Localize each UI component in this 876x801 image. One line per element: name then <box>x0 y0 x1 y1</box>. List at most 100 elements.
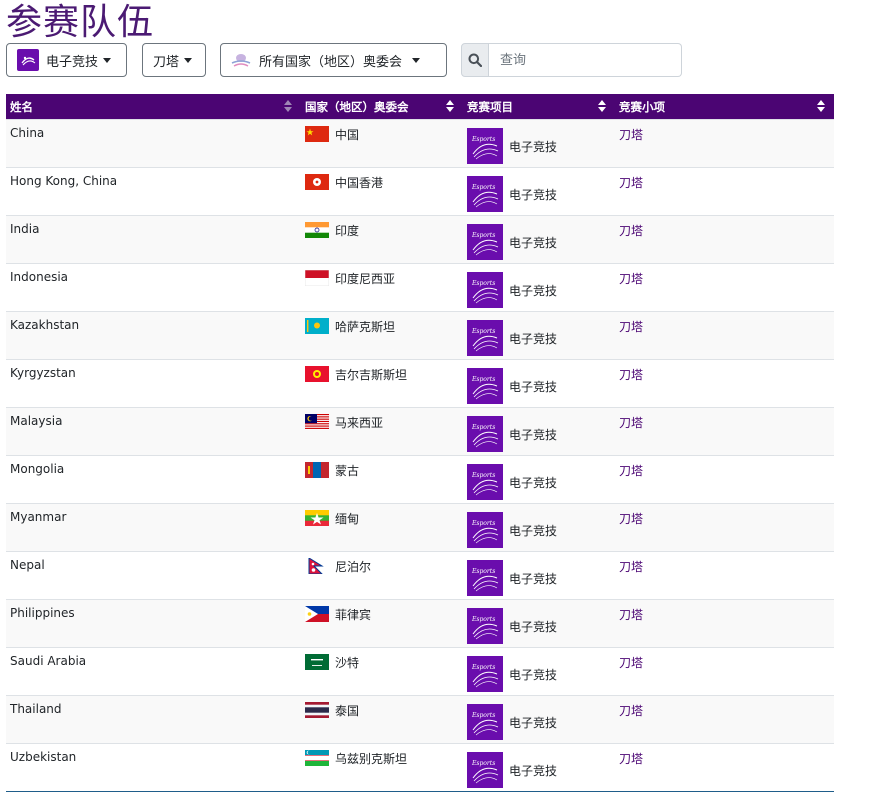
column-header-label: 竞赛小项 <box>619 99 665 114</box>
event-link[interactable]: 刀塔 <box>619 416 643 430</box>
search-button[interactable] <box>461 43 489 77</box>
cell-sport: Esports 电子竞技 <box>463 359 615 408</box>
teams-table: 姓名 国家（地区）奥委会 竞赛项目 竞赛小项 China 中国 Esports 电子竞… <box>6 94 834 792</box>
event-link[interactable]: 刀塔 <box>619 176 643 190</box>
column-header-name[interactable]: 姓名 <box>6 94 301 120</box>
event-link[interactable]: 刀塔 <box>619 272 643 286</box>
svg-text:Esports: Esports <box>471 472 495 479</box>
sport-name: 电子竞技 <box>509 139 558 154</box>
cell-sport: Esports 电子竞技 <box>463 647 615 696</box>
cell-sport: Esports 电子竞技 <box>463 599 615 648</box>
table-row: India 印度 Esports 电子竞技 刀塔 <box>6 215 834 264</box>
event-link[interactable]: 刀塔 <box>619 704 643 718</box>
cell-event: 刀塔 <box>615 503 834 552</box>
team-name: China <box>10 126 45 140</box>
mas-flag-icon <box>305 414 329 430</box>
esports-icon: Esports <box>467 416 503 452</box>
cell-team-name: China <box>6 119 301 168</box>
sport-name: 电子竞技 <box>509 331 558 346</box>
team-name: Myanmar <box>10 510 67 524</box>
column-header-event[interactable]: 竞赛小项 <box>615 94 834 120</box>
team-name: Malaysia <box>10 414 63 428</box>
team-name: Saudi Arabia <box>10 654 87 668</box>
cell-noc: 缅甸 <box>301 503 463 552</box>
svg-text:Esports: Esports <box>471 520 495 527</box>
esports-icon: Esports <box>467 128 503 164</box>
svg-text:Esports: Esports <box>471 376 495 383</box>
table-row: Nepal 尼泊尔 Esports 电子竞技 刀塔 <box>6 551 834 600</box>
svg-text:Esports: Esports <box>471 712 495 719</box>
esports-icon: Esports <box>467 656 503 692</box>
cell-event: 刀塔 <box>615 551 834 600</box>
column-header-sport[interactable]: 竞赛项目 <box>463 94 615 120</box>
sport-name: 电子竞技 <box>509 571 558 586</box>
cell-team-name: Hong Kong, China <box>6 167 301 216</box>
esports-icon: Esports <box>467 176 503 212</box>
cell-team-name: Uzbekistan <box>6 743 301 792</box>
esports-icon <box>17 49 39 71</box>
noc-name: 乌兹别克斯坦 <box>335 752 408 766</box>
cell-event: 刀塔 <box>615 311 834 360</box>
sport-name: 电子竞技 <box>509 715 558 730</box>
event-link[interactable]: 刀塔 <box>619 320 643 334</box>
noc-name: 菲律宾 <box>335 608 372 622</box>
caret-down-icon <box>184 57 193 63</box>
cell-sport: Esports 电子竞技 <box>463 695 615 744</box>
event-link[interactable]: 刀塔 <box>619 368 643 382</box>
sport-name: 电子竞技 <box>509 763 558 778</box>
team-name: Indonesia <box>10 270 69 284</box>
search-input[interactable] <box>489 43 682 77</box>
cell-noc: 印度尼西亚 <box>301 263 463 312</box>
esports-icon: Esports <box>467 752 503 788</box>
sport-filter-label: 电子竞技 <box>46 54 99 70</box>
noc-name: 缅甸 <box>335 512 360 526</box>
table-row: Mongolia 蒙古 Esports 电子竞技 刀塔 <box>6 455 834 504</box>
sport-name: 电子竞技 <box>509 667 558 682</box>
cell-team-name: Malaysia <box>6 407 301 456</box>
cell-noc: 尼泊尔 <box>301 551 463 600</box>
noc-filter-dropdown[interactable]: 所有国家（地区）奥委会 <box>220 43 447 77</box>
column-header-noc[interactable]: 国家（地区）奥委会 <box>301 94 463 120</box>
event-link[interactable]: 刀塔 <box>619 608 643 622</box>
svg-text:Esports: Esports <box>471 616 495 623</box>
sport-name: 电子竞技 <box>509 187 558 202</box>
cell-team-name: Kyrgyzstan <box>6 359 301 408</box>
event-link[interactable]: 刀塔 <box>619 656 643 670</box>
table-row: Malaysia 马来西亚 Esports 电子竞技 刀塔 <box>6 407 834 456</box>
table-row: Saudi Arabia 沙特 Esports 电子竞技 刀塔 <box>6 647 834 696</box>
event-link[interactable]: 刀塔 <box>619 512 643 526</box>
event-filter-dropdown[interactable]: 刀塔 <box>142 43 206 77</box>
cell-noc: 吉尔吉斯斯坦 <box>301 359 463 408</box>
esports-icon: Esports <box>467 608 503 644</box>
noc-name: 蒙古 <box>335 464 360 478</box>
cell-noc: 哈萨克斯坦 <box>301 311 463 360</box>
noc-name: 吉尔吉斯斯坦 <box>335 368 408 382</box>
search-group <box>461 43 682 77</box>
sport-name: 电子竞技 <box>509 523 558 538</box>
noc-name: 沙特 <box>335 656 360 670</box>
table-row: Hong Kong, China 中国香港 Esports 电子竞技 刀塔 <box>6 167 834 216</box>
cell-team-name: Thailand <box>6 695 301 744</box>
sport-name: 电子竞技 <box>509 283 558 298</box>
cell-noc: 马来西亚 <box>301 407 463 456</box>
sport-filter-dropdown[interactable]: 电子竞技 <box>6 43 127 77</box>
event-link[interactable]: 刀塔 <box>619 752 643 766</box>
esports-icon: Esports <box>467 272 503 308</box>
table-row: Myanmar 缅甸 Esports 电子竞技 刀塔 <box>6 503 834 552</box>
event-link[interactable]: 刀塔 <box>619 128 643 142</box>
caret-down-icon <box>412 57 421 63</box>
cell-event: 刀塔 <box>615 407 834 456</box>
sort-icon <box>817 100 825 113</box>
event-link[interactable]: 刀塔 <box>619 224 643 238</box>
cell-event: 刀塔 <box>615 647 834 696</box>
phi-flag-icon <box>305 606 329 622</box>
event-link[interactable]: 刀塔 <box>619 464 643 478</box>
cell-sport: Esports 电子竞技 <box>463 167 615 216</box>
kgz-flag-icon <box>305 366 329 382</box>
sport-name: 电子竞技 <box>509 427 558 442</box>
cell-noc: 中国 <box>301 119 463 168</box>
event-link[interactable]: 刀塔 <box>619 560 643 574</box>
esports-icon: Esports <box>467 704 503 740</box>
cell-sport: Esports 电子竞技 <box>463 215 615 264</box>
sort-icon <box>598 100 606 113</box>
